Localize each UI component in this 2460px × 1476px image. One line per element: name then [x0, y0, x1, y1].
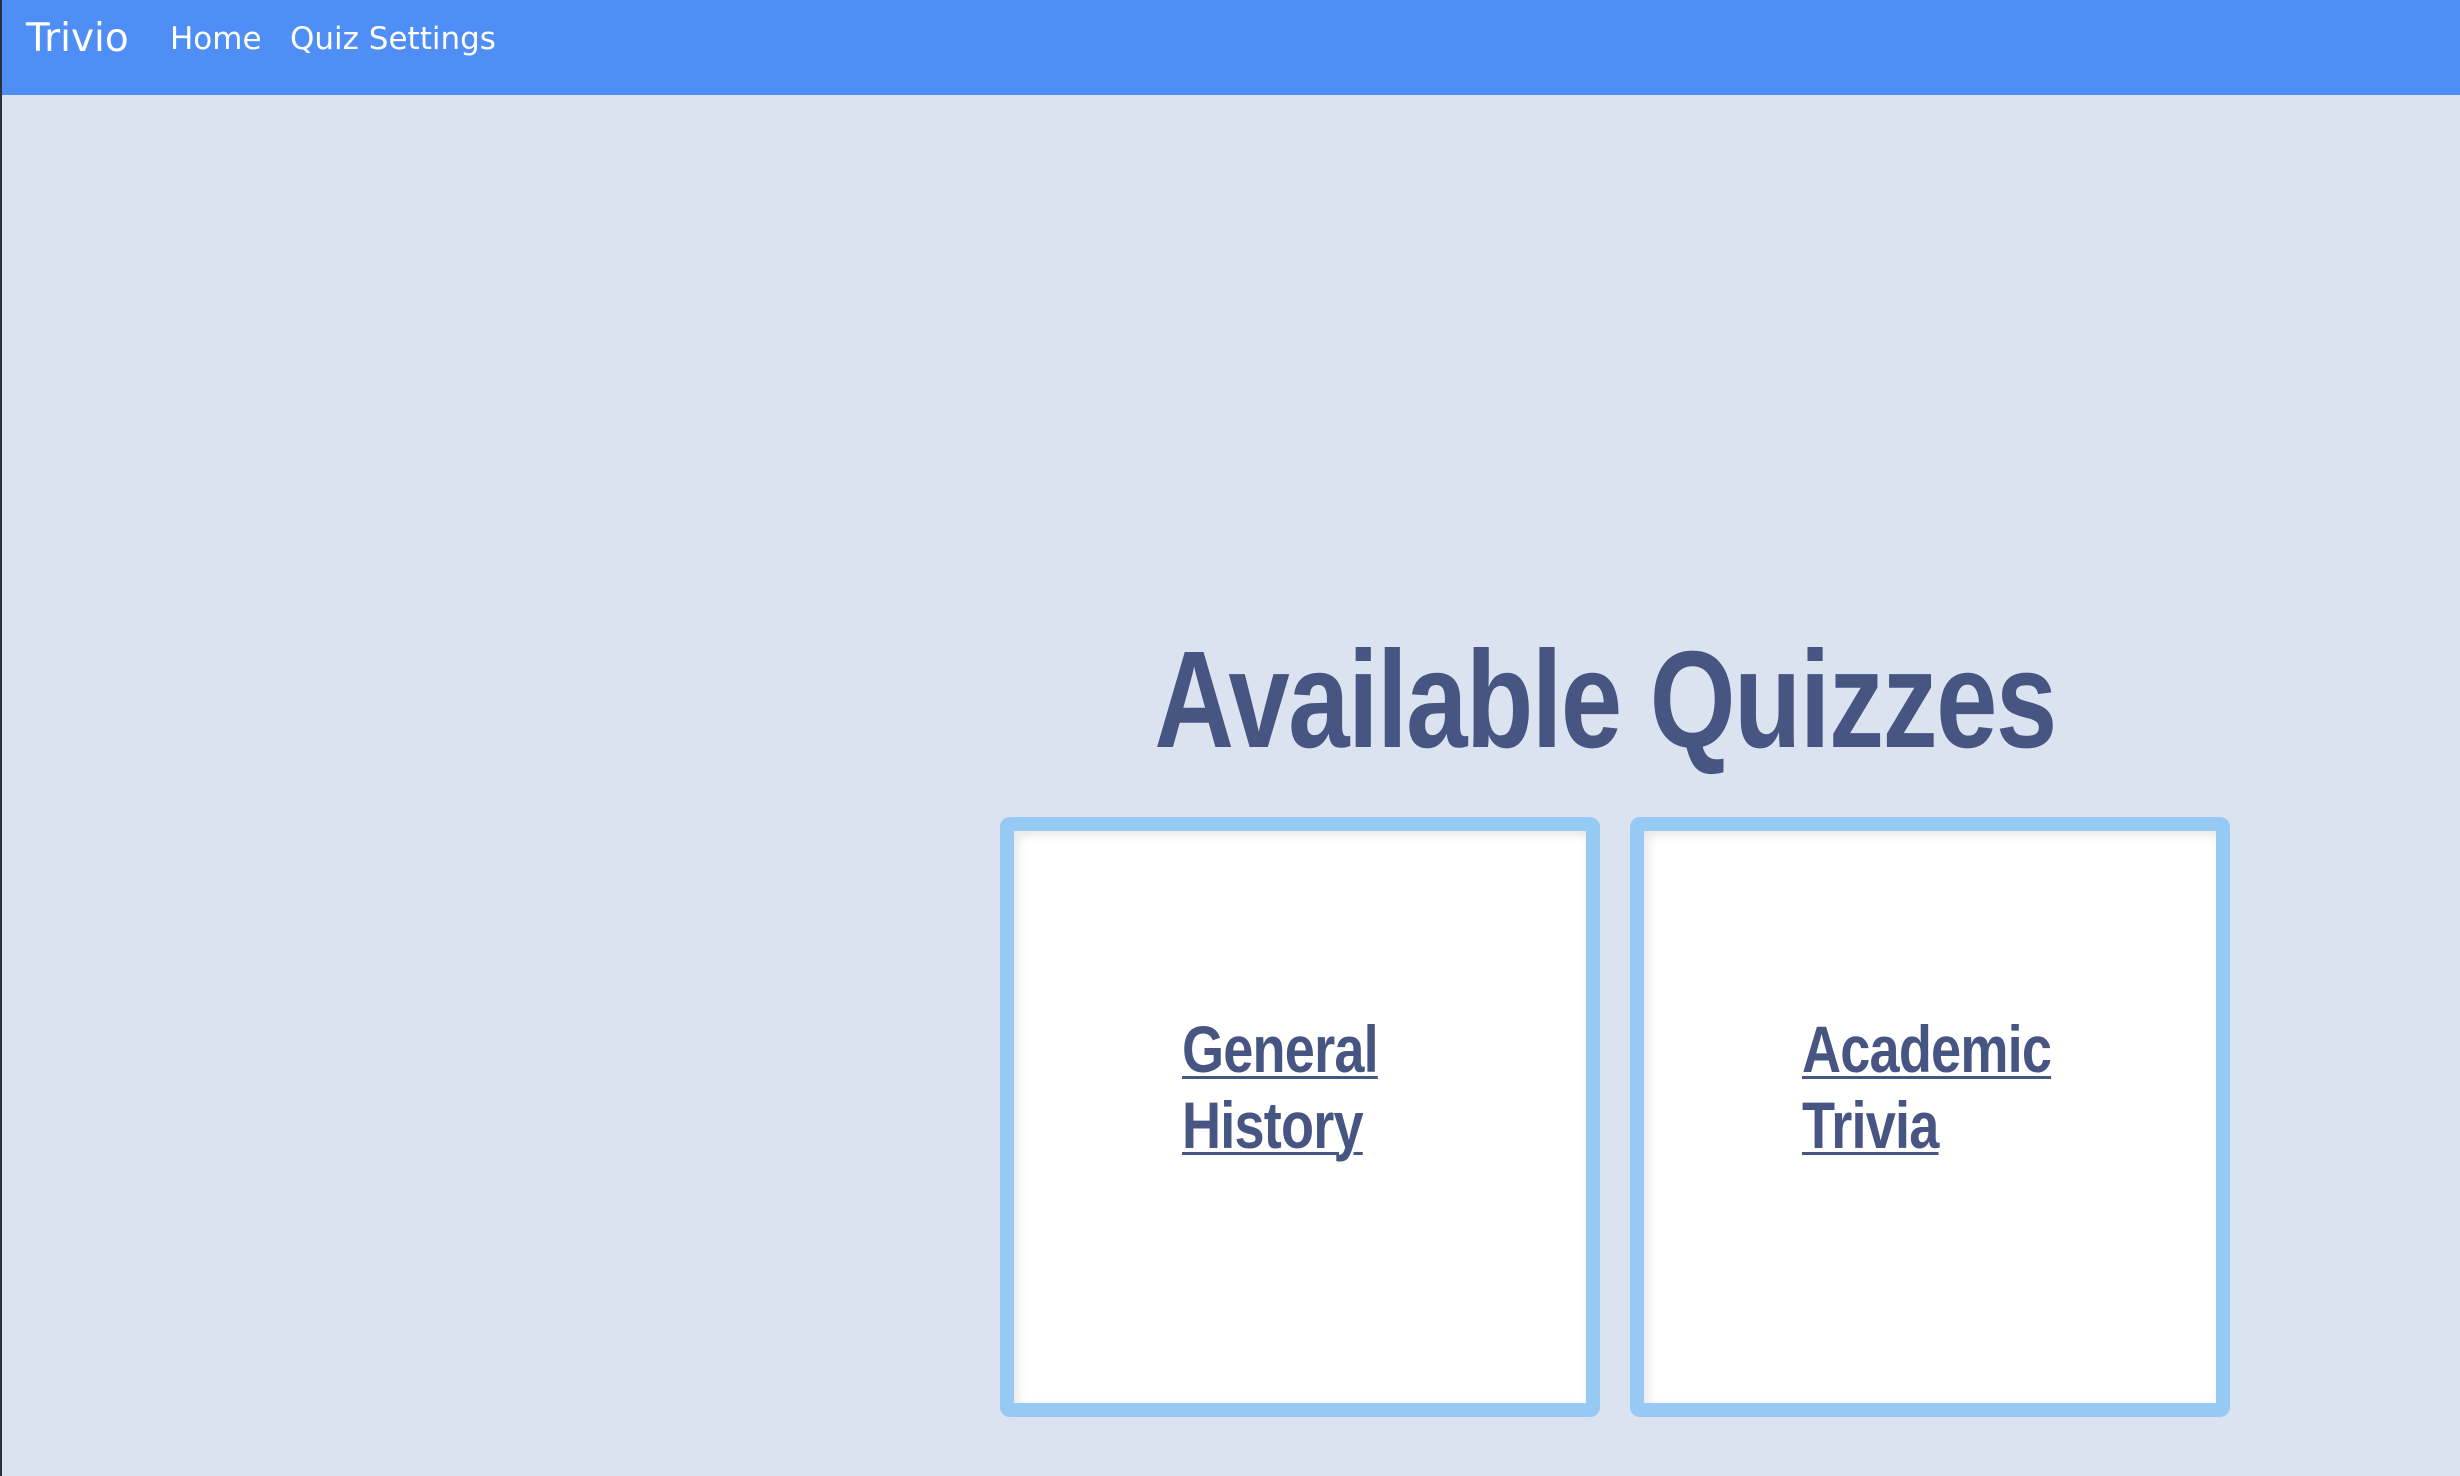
quiz-card-academic-trivia[interactable]: Academic Trivia: [1630, 817, 2230, 1417]
quiz-card-general-history[interactable]: General History: [1000, 817, 1600, 1417]
quiz-link-general-history[interactable]: General History: [1182, 1011, 1428, 1163]
brand-logo-link[interactable]: Trivio: [26, 14, 129, 64]
nav-quiz-settings-link[interactable]: Quiz Settings: [290, 18, 496, 60]
top-navbar: Trivio Home Quiz Settings: [2, 0, 2460, 95]
window-left-edge: [0, 0, 2, 1476]
quiz-title-line: History: [1182, 1088, 1364, 1162]
quiz-title-line: General: [1182, 1012, 1379, 1086]
nav-home-link[interactable]: Home: [170, 18, 262, 60]
quiz-title-line: Trivia: [1802, 1088, 1939, 1162]
page-title: Available Quizzes: [1154, 623, 2057, 777]
quiz-title-line: Academic: [1802, 1012, 2052, 1086]
quiz-link-academic-trivia[interactable]: Academic Trivia: [1802, 1011, 2064, 1163]
